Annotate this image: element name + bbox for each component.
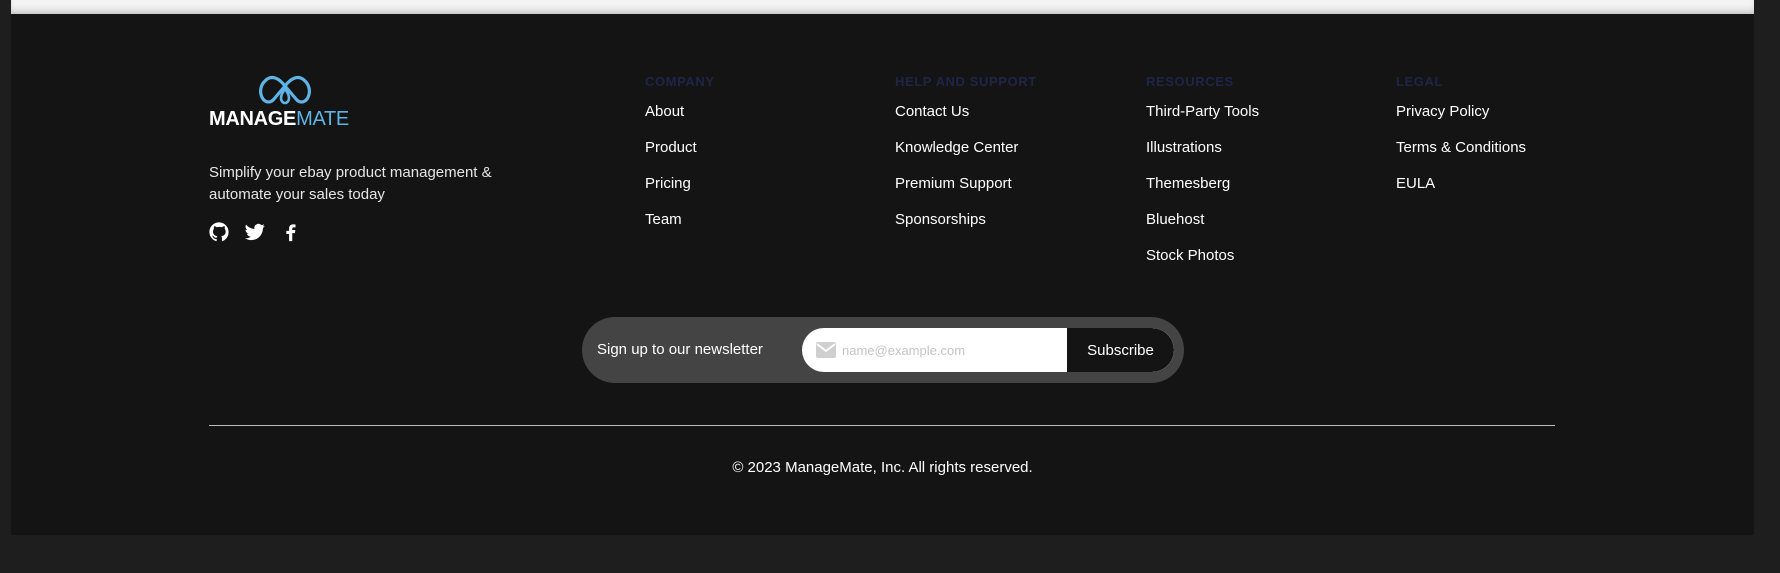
github-icon [209,222,229,242]
list-item: Privacy Policy [1396,103,1526,139]
column-links-help-support: Contact Us Knowledge Center Premium Supp… [895,103,1037,247]
newsletter-email-input[interactable] [842,328,1062,372]
brand-tagline: Simplify your ebay product management & … [209,164,492,203]
twitter-link[interactable] [245,222,265,242]
list-item: Sponsorships [895,211,1037,247]
list-item: Contact Us [895,103,1037,139]
footer-column-legal: Legal Privacy Policy Terms & Conditions … [1396,73,1526,211]
link-pricing[interactable]: Pricing [645,175,691,192]
column-heading-resources: Resources [1146,74,1234,89]
footer-divider [209,425,1555,426]
site-footer: MANAGEMATE Simplify your ebay product ma… [11,14,1754,535]
link-product[interactable]: Product [645,139,697,156]
link-team[interactable]: Team [645,211,682,228]
twitter-icon [245,223,265,241]
link-privacy-policy[interactable]: Privacy Policy [1396,103,1489,120]
footer-column-help-support: Help and Support Contact Us Knowledge Ce… [895,73,1037,247]
newsletter-form: Subscribe [802,328,1174,372]
copyright-text: © 2023 ManageMate, Inc. All rights reser… [732,459,1033,476]
link-illustrations[interactable]: Illustrations [1146,139,1222,156]
list-item: Premium Support [895,175,1037,211]
column-heading-help-support: Help and Support [895,74,1037,89]
link-terms-conditions[interactable]: Terms & Conditions [1396,139,1526,156]
subscribe-button[interactable]: Subscribe [1067,328,1174,372]
list-item: Terms & Conditions [1396,139,1526,175]
link-about[interactable]: About [645,103,684,120]
column-heading-legal: Legal [1396,74,1444,89]
list-item: Product [645,139,715,175]
column-links-resources: Third-Party Tools Illustrations Themesbe… [1146,103,1259,283]
footer-column-resources: Resources Third-Party Tools Illustration… [1146,73,1259,283]
link-bluehost[interactable]: Bluehost [1146,211,1204,228]
logo-icon [259,75,311,105]
logo-wordmark[interactable]: MANAGEMATE [209,108,349,131]
logo-wordmark-part2: MATE [296,108,349,130]
social-links [209,222,301,242]
link-third-party-tools[interactable]: Third-Party Tools [1146,103,1259,120]
link-contact-us[interactable]: Contact Us [895,103,969,120]
link-knowledge-center[interactable]: Knowledge Center [895,139,1018,156]
mail-icon [816,342,836,358]
list-item: Pricing [645,175,715,211]
list-item: About [645,103,715,139]
newsletter-signup: Sign up to our newsletter Subscribe [582,317,1184,383]
facebook-link[interactable] [281,222,301,242]
column-links-legal: Privacy Policy Terms & Conditions EULA [1396,103,1526,211]
column-links-company: About Product Pricing Team [645,103,715,247]
link-sponsorships[interactable]: Sponsorships [895,211,986,228]
footer-column-company: Company About Product Pricing Team [645,73,715,247]
list-item: Knowledge Center [895,139,1037,175]
newsletter-label: Sign up to our newsletter [597,341,763,358]
facebook-icon [286,224,296,242]
list-item: Themesberg [1146,175,1259,211]
logo-wordmark-part1: MANAGE [209,108,297,130]
list-item: Team [645,211,715,247]
list-item: EULA [1396,175,1526,211]
link-themesberg[interactable]: Themesberg [1146,175,1230,192]
link-eula[interactable]: EULA [1396,175,1435,192]
list-item: Stock Photos [1146,247,1259,283]
link-premium-support[interactable]: Premium Support [895,175,1012,192]
link-stock-photos[interactable]: Stock Photos [1146,247,1234,264]
list-item: Illustrations [1146,139,1259,175]
list-item: Third-Party Tools [1146,103,1259,139]
list-item: Bluehost [1146,211,1259,247]
github-link[interactable] [209,222,229,242]
column-heading-company: Company [645,74,715,89]
page-content-edge [11,0,1754,14]
